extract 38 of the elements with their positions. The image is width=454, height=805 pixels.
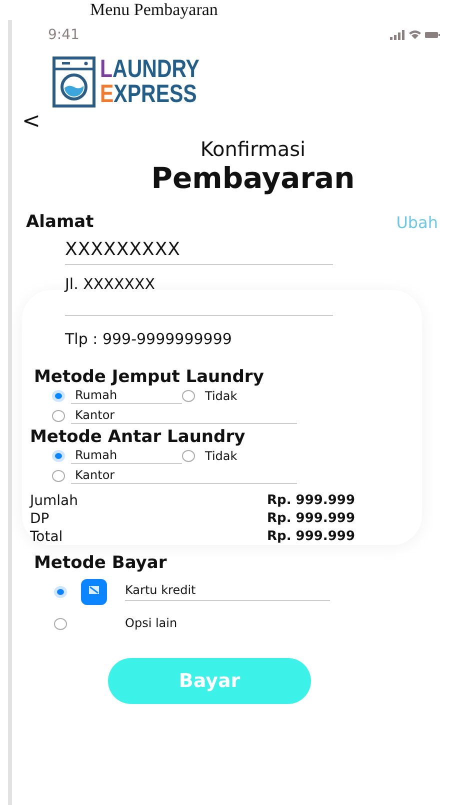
summary-value: Rp. 999.999	[267, 510, 355, 528]
logo-text: EXPRESS	[100, 82, 198, 107]
card-icon	[81, 579, 107, 605]
washing-machine-icon	[52, 56, 96, 108]
section-heading: Metode Antar Laundry	[30, 426, 246, 448]
option-label: Tidak	[204, 388, 238, 404]
summary-value: Rp. 999.999	[267, 528, 355, 546]
pay-button[interactable]: Bayar	[108, 658, 311, 704]
summary-value: Rp. 999.999	[267, 492, 355, 510]
radio-button[interactable]	[54, 618, 67, 630]
option-label: Kantor	[71, 468, 297, 484]
status-icons	[390, 29, 440, 41]
address-phone: Tlp : 999-9999999999	[65, 329, 233, 348]
logo-text: LAUNDRY	[100, 57, 200, 82]
radio-button[interactable]	[182, 450, 195, 462]
option-label: Rumah	[71, 388, 182, 404]
option-label: Opsi lain	[125, 616, 178, 632]
summary-label: DP	[30, 510, 50, 528]
section-heading: Metode Bayar	[34, 552, 168, 574]
title-heading: Pembayaran	[150, 161, 356, 195]
summary-label: Jumlah	[30, 492, 78, 510]
edit-link[interactable]: Ubah	[396, 212, 438, 232]
radio-button[interactable]	[52, 470, 65, 482]
option-label: Tidak	[204, 448, 238, 464]
option-label: Kantor	[71, 408, 297, 424]
radio-button[interactable]	[52, 410, 65, 422]
section-heading: Alamat	[26, 212, 94, 232]
option-label: Kartu kredit	[125, 583, 330, 601]
section-heading: Metode Jemput Laundry	[34, 366, 265, 388]
summary-label: Total	[30, 528, 63, 546]
address-name: XXXXXXXXX	[65, 233, 333, 265]
title-text: Konfirmasi	[199, 137, 307, 161]
radio-button[interactable]	[182, 390, 195, 402]
option-label: Rumah	[71, 448, 182, 464]
status-time: 9:41	[48, 27, 80, 43]
page-caption: Menu Pembayaran	[89, 0, 219, 20]
back-button[interactable]: <	[18, 109, 44, 135]
address-street: Jl. XXXXXXX	[65, 265, 333, 316]
